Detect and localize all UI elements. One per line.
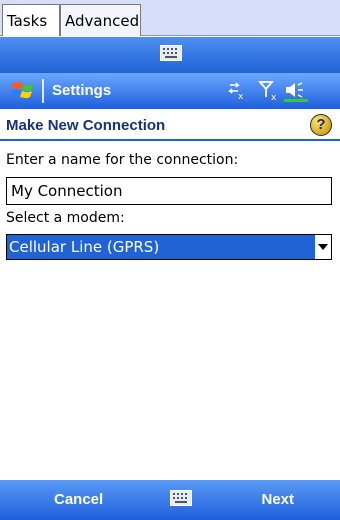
- tab-strip: Tasks Advanced: [0, 0, 340, 36]
- svg-text:x: x: [271, 93, 277, 103]
- title-separator: [42, 79, 44, 103]
- keyboard-icon[interactable]: [170, 490, 192, 506]
- title-bar: Settings x x: [0, 73, 340, 109]
- svg-text:x: x: [238, 92, 244, 102]
- modem-selected-value[interactable]: Cellular Line (GPRS): [7, 235, 316, 259]
- tab-tasks[interactable]: Tasks: [2, 4, 60, 36]
- chevron-down-icon[interactable]: [315, 235, 331, 259]
- tab-advanced[interactable]: Advanced: [60, 4, 141, 36]
- input-panel-strip: [0, 37, 340, 73]
- cancel-button[interactable]: Cancel: [54, 480, 103, 520]
- connection-name-input[interactable]: My Connection: [6, 177, 332, 205]
- connection-name-label: Enter a name for the connection:: [6, 152, 239, 168]
- volume-icon[interactable]: [284, 82, 308, 102]
- status-tray: x x: [228, 81, 308, 103]
- page-title: Make New Connection: [6, 117, 166, 134]
- signal-off-icon[interactable]: x: [258, 81, 277, 103]
- connectivity-icon[interactable]: x: [228, 82, 244, 102]
- window-title: Settings: [52, 82, 112, 99]
- help-icon[interactable]: ?: [310, 114, 332, 136]
- modem-label: Select a modem:: [6, 210, 125, 226]
- keyboard-icon[interactable]: [160, 45, 182, 61]
- windows-flag-icon[interactable]: [10, 79, 38, 103]
- section-header: Make New Connection ?: [0, 111, 340, 141]
- next-button[interactable]: Next: [261, 480, 294, 520]
- modem-select[interactable]: Cellular Line (GPRS): [6, 234, 332, 260]
- menu-bar: Cancel Next: [0, 480, 340, 520]
